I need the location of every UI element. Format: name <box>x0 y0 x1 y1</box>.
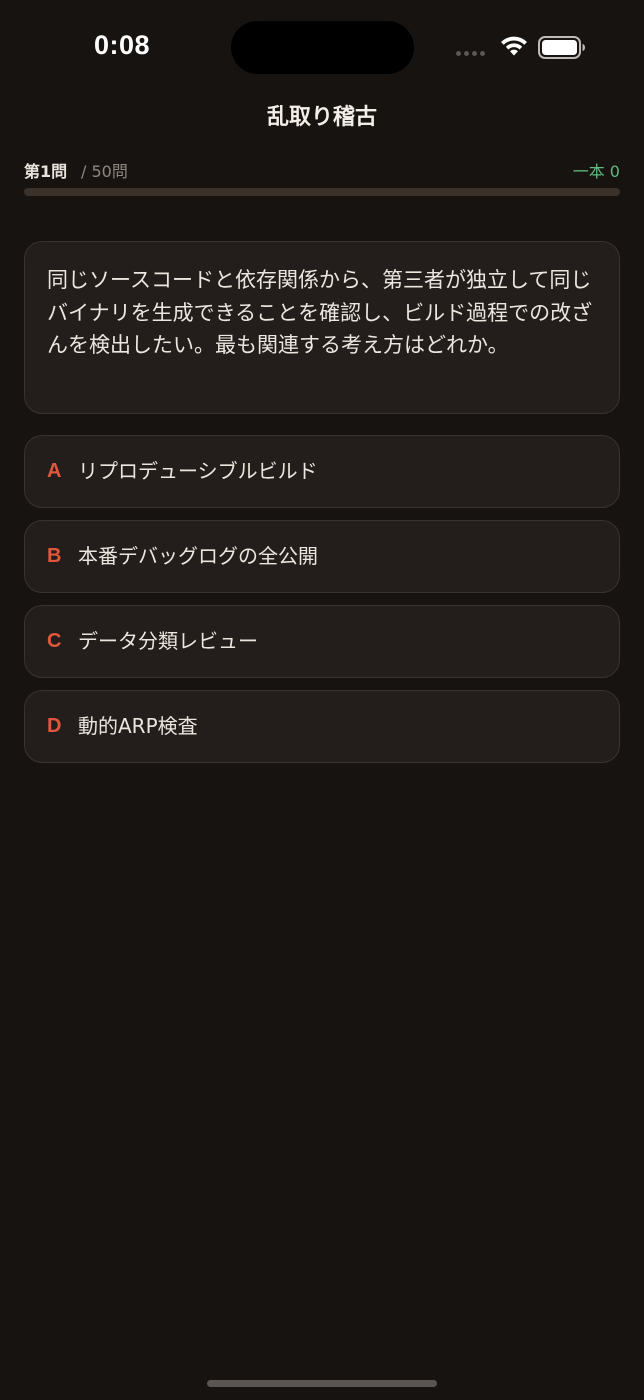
choice-d-button[interactable]: D 動的ARP検査 <box>24 690 620 763</box>
wifi-icon <box>501 36 527 56</box>
page-title: 乱取り稽古 <box>266 105 377 130</box>
score-label: 一本 0 <box>572 162 620 181</box>
choice-label: データ分類レビュー <box>78 629 258 653</box>
dynamic-island <box>231 21 414 74</box>
question-total: / 50問 <box>81 162 128 181</box>
choice-letter: B <box>47 545 62 567</box>
status-time: 0:08 <box>94 30 151 60</box>
home-indicator[interactable] <box>207 1380 437 1387</box>
cellular-signal-icon <box>456 51 485 56</box>
progress-header: 第1問 / 50問 一本 0 <box>24 158 620 182</box>
status-bar: 0:08 <box>0 0 644 96</box>
choice-b-button[interactable]: B 本番デバッグログの全公開 <box>24 520 620 593</box>
question-text: 同じソースコードと依存関係から、第三者が独立して同じバイナリを生成できることを確… <box>47 268 593 357</box>
choice-c-button[interactable]: C データ分類レビュー <box>24 605 620 678</box>
choice-label: 本番デバッグログの全公開 <box>78 544 318 568</box>
choice-letter: C <box>47 630 62 652</box>
question-card: 同じソースコードと依存関係から、第三者が独立して同じバイナリを生成できることを確… <box>24 241 620 414</box>
progress-bar <box>24 188 620 196</box>
choice-letter: A <box>47 460 62 482</box>
battery-icon <box>538 36 585 59</box>
choice-a-button[interactable]: A リプロデューシブルビルド <box>24 435 620 508</box>
choice-letter: D <box>47 715 62 737</box>
choice-label: リプロデューシブルビルド <box>78 459 318 483</box>
choice-label: 動的ARP検査 <box>78 714 198 738</box>
question-number: 第1問 <box>24 162 68 181</box>
